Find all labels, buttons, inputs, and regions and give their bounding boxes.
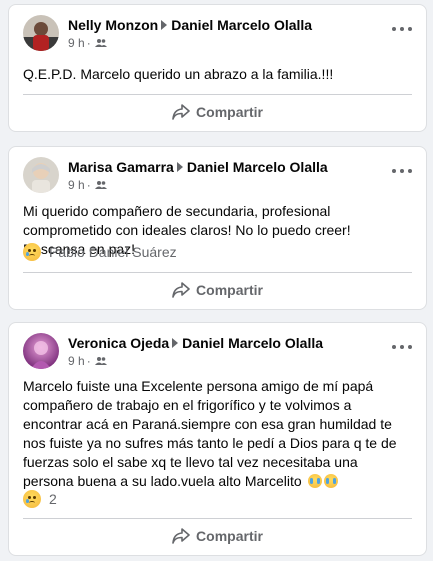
share-button[interactable]: Compartir (9, 273, 426, 307)
reaction-summary[interactable]: Pablo Daniel Suárez (23, 243, 177, 261)
more-options-icon[interactable] (392, 165, 412, 177)
post-card: Nelly Monzon Daniel Marcelo Olalla 9 h · Q… (8, 4, 427, 132)
share-icon (172, 528, 190, 544)
post-meta: 9 h · (68, 354, 107, 368)
avatar[interactable] (23, 333, 59, 369)
reaction-summary[interactable]: 2 (23, 490, 57, 508)
target-name[interactable]: Daniel Marcelo Olalla (171, 17, 312, 33)
meta-separator: · (86, 36, 91, 50)
avatar[interactable] (23, 157, 59, 193)
timestamp[interactable]: 9 h (68, 178, 85, 192)
arrow-right-icon (161, 20, 168, 31)
more-options-icon[interactable] (392, 23, 412, 35)
share-button[interactable]: Compartir (9, 519, 426, 553)
post-text: Q.E.P.D. Marcelo querido un abrazo a la … (23, 66, 334, 82)
post-header: Marisa Gamarra Daniel Marcelo Olalla 9 h · (23, 157, 412, 197)
share-label: Compartir (196, 104, 263, 120)
post-card: Veronica Ojeda Daniel Marcelo Olalla 9 h ·… (8, 322, 427, 556)
author-name[interactable]: Veronica Ojeda (68, 335, 169, 351)
timestamp[interactable]: 9 h (68, 354, 85, 368)
timestamp[interactable]: 9 h (68, 36, 85, 50)
target-name[interactable]: Daniel Marcelo Olalla (187, 159, 328, 175)
share-icon (172, 282, 190, 298)
reaction-count: 2 (49, 491, 57, 507)
arrow-right-icon (172, 338, 179, 349)
post-text-content: Marcelo fuiste una Excelente persona ami… (23, 378, 397, 489)
friends-icon (94, 180, 107, 189)
author-name[interactable]: Marisa Gamarra (68, 159, 174, 175)
post-header: Veronica Ojeda Daniel Marcelo Olalla 9 h · (23, 333, 412, 373)
reaction-names: Pablo Daniel Suárez (49, 244, 177, 260)
post-meta: 9 h · (68, 36, 107, 50)
crying-emoji-icon (307, 474, 322, 488)
crying-emoji-icon (323, 474, 338, 488)
arrow-right-icon (176, 162, 183, 173)
share-icon (172, 104, 190, 120)
sad-reaction-icon (23, 490, 41, 508)
avatar[interactable] (23, 15, 59, 51)
post-names: Marisa Gamarra Daniel Marcelo Olalla (68, 159, 328, 175)
friends-icon (94, 356, 107, 365)
meta-separator: · (86, 354, 91, 368)
share-label: Compartir (196, 282, 263, 298)
target-name[interactable]: Daniel Marcelo Olalla (182, 335, 323, 351)
post-names: Nelly Monzon Daniel Marcelo Olalla (68, 17, 312, 33)
share-label: Compartir (196, 528, 263, 544)
meta-separator: · (86, 178, 91, 192)
post-meta: 9 h · (68, 178, 107, 192)
sad-reaction-icon (23, 243, 41, 261)
friends-icon (94, 38, 107, 47)
share-button[interactable]: Compartir (9, 95, 426, 129)
post-text: Marcelo fuiste una Excelente persona ami… (23, 377, 412, 491)
author-name[interactable]: Nelly Monzon (68, 17, 158, 33)
more-options-icon[interactable] (392, 341, 412, 353)
post-header: Nelly Monzon Daniel Marcelo Olalla 9 h · (23, 15, 412, 55)
post-card: Marisa Gamarra Daniel Marcelo Olalla 9 h ·… (8, 146, 427, 310)
post-names: Veronica Ojeda Daniel Marcelo Olalla (68, 335, 323, 351)
